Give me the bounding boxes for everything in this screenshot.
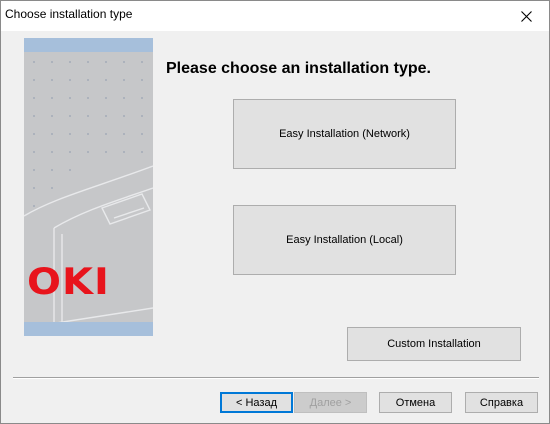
close-button[interactable]: [503, 1, 549, 31]
banner-bottom-stripe: [24, 322, 153, 336]
window-title: Choose installation type: [5, 7, 133, 21]
next-button[interactable]: Далее >: [294, 392, 367, 413]
cancel-button[interactable]: Отмена: [379, 392, 452, 413]
oki-banner: OKI: [24, 38, 153, 336]
easy-network-install-button[interactable]: Easy Installation (Network): [233, 99, 456, 169]
banner-top-stripe: [24, 38, 153, 52]
installer-dialog: Choose installation type OKI Please choo…: [0, 0, 550, 424]
help-button[interactable]: Справка: [465, 392, 538, 413]
footer-separator: [13, 377, 539, 379]
page-heading: Please choose an installation type.: [166, 60, 431, 77]
custom-install-button[interactable]: Custom Installation: [347, 327, 521, 361]
back-button[interactable]: < Назад: [220, 392, 293, 413]
close-icon: [520, 10, 532, 22]
title-bar: Choose installation type: [1, 1, 549, 31]
oki-logo: OKI: [27, 260, 110, 304]
easy-local-install-button[interactable]: Easy Installation (Local): [233, 205, 456, 275]
